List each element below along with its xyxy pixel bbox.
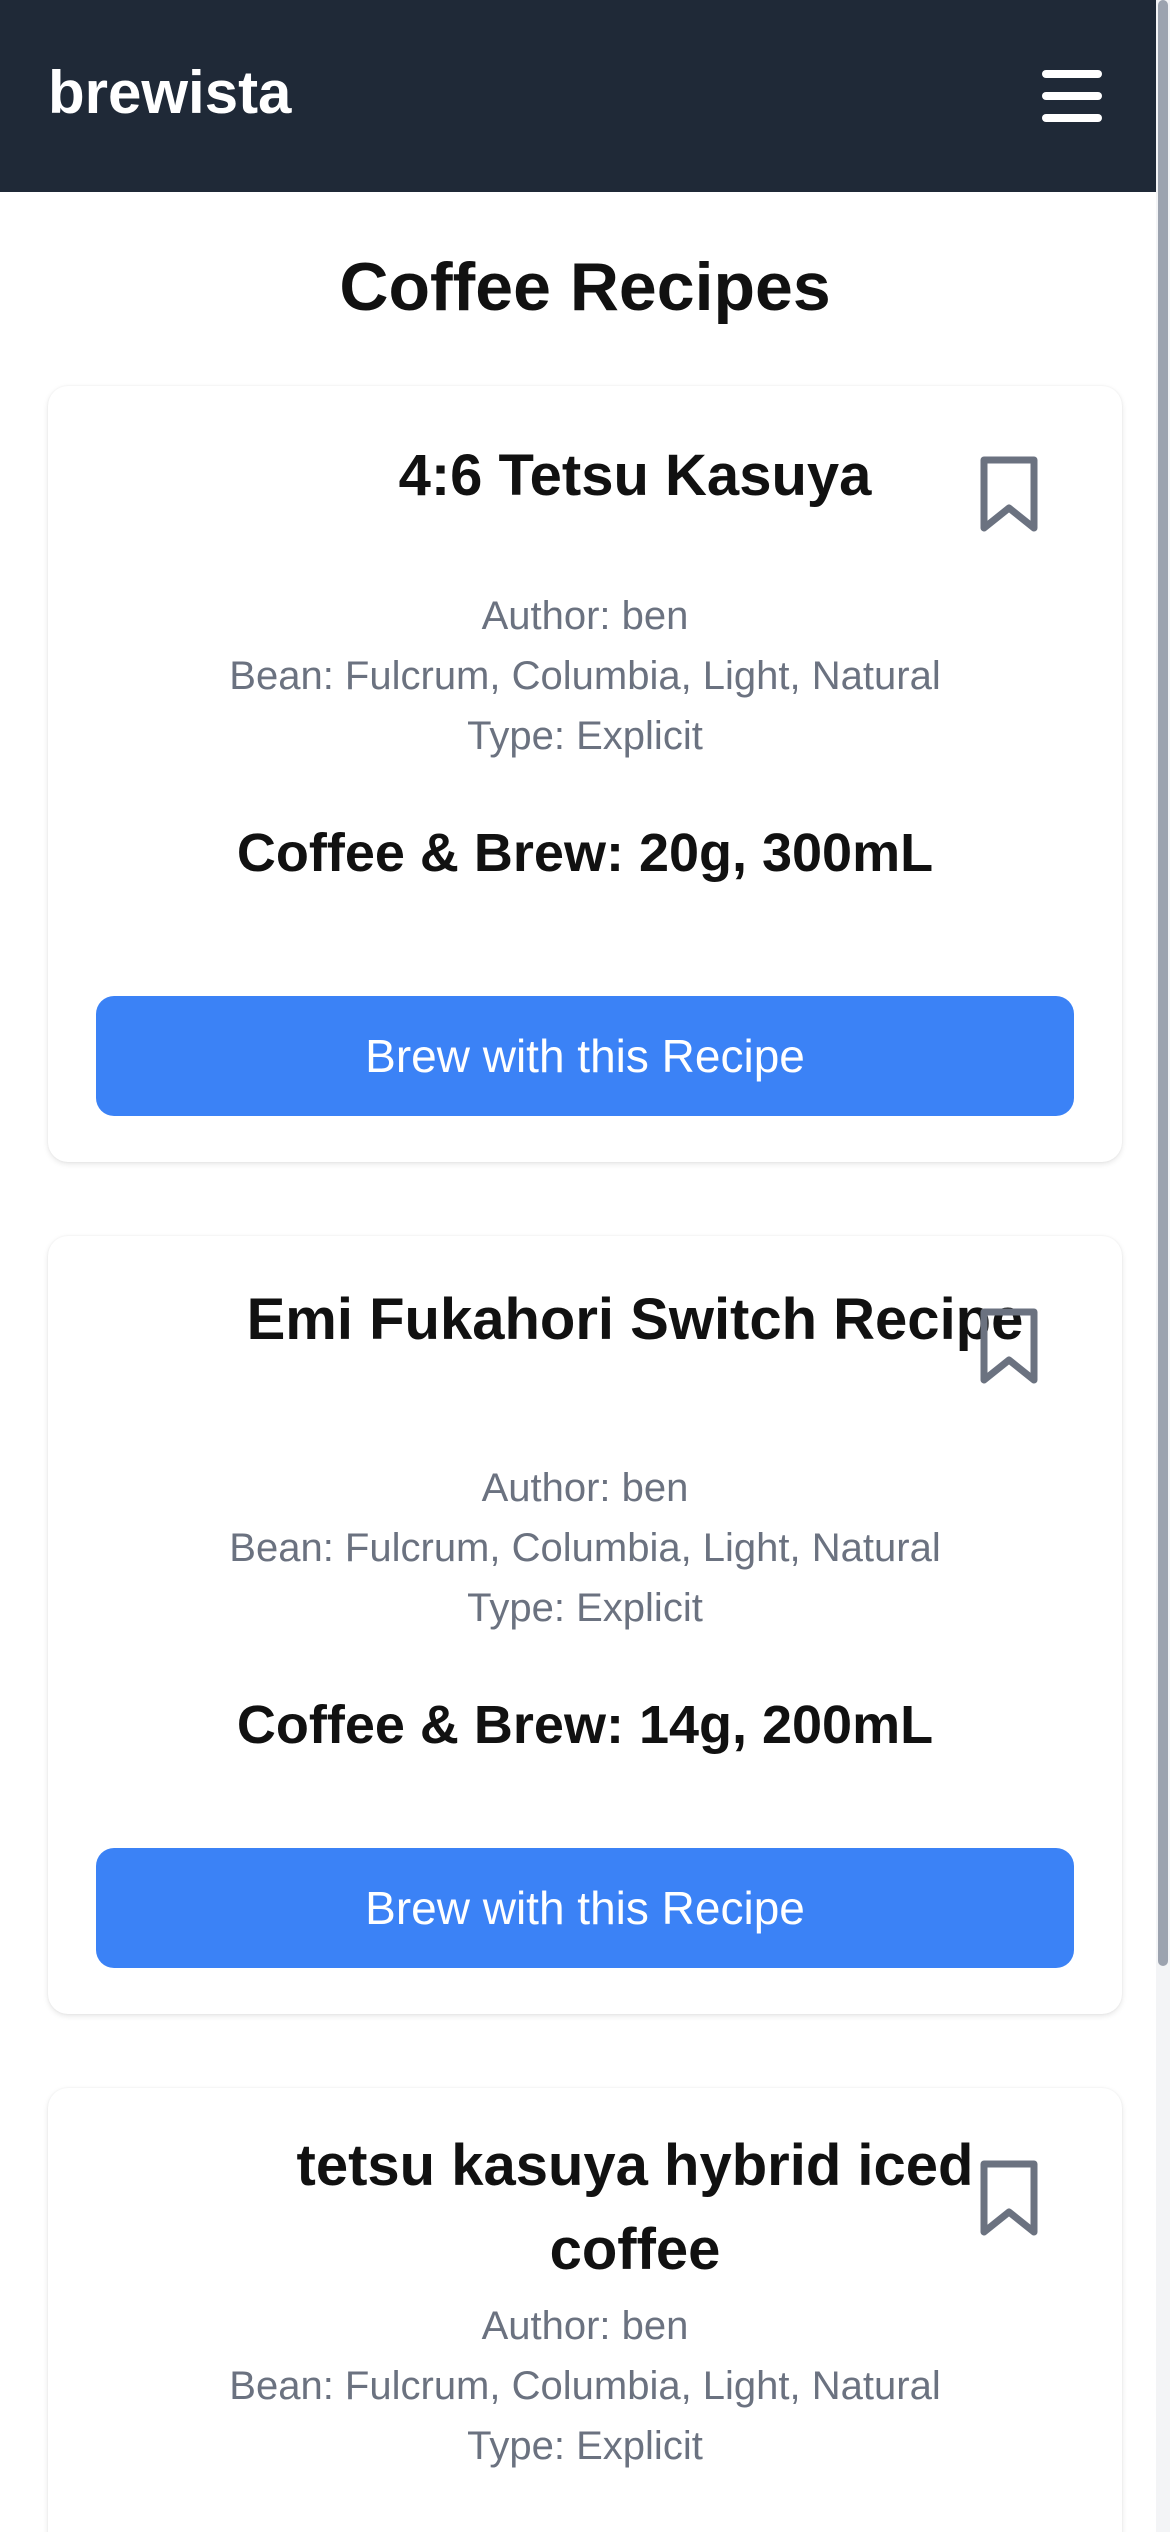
recipe-meta: Author: ben Bean: Fulcrum, Columbia, Lig…: [48, 2296, 1122, 2476]
recipe-type: Type: Explicit: [467, 714, 703, 758]
recipe-author: Author: ben: [481, 1466, 689, 1510]
recipe-bean: Bean: Fulcrum, Columbia, Light, Natural: [229, 654, 941, 698]
bookmark-icon-glyph: [980, 2160, 1038, 2236]
recipe-type: Type: Explicit: [467, 2424, 703, 2468]
bookmark-icon[interactable]: [978, 2158, 1040, 2238]
recipe-author: Author: ben: [481, 2304, 689, 2348]
menu-bar-top: [1042, 70, 1102, 78]
app-screen: brewista Coffee Recipes 4:6 Tetsu Kasuya…: [0, 0, 1170, 2532]
hamburger-menu-icon[interactable]: [1034, 64, 1110, 128]
bookmark-icon-glyph: [980, 1308, 1038, 1384]
recipe-brew-summary: Coffee & Brew: 20g, 300mL: [236, 823, 934, 883]
recipe-card: 4:6 Tetsu Kasuya Author: ben Bean: Fulcr…: [48, 386, 1122, 1162]
recipe-bean: Bean: Fulcrum, Columbia, Light, Natural: [229, 1526, 941, 1570]
recipe-title: Emi Fukahori Switch Recipe: [246, 1287, 1024, 1352]
recipe-author: Author: ben: [481, 594, 689, 638]
bookmark-icon[interactable]: [978, 1306, 1040, 1386]
navbar: brewista: [0, 0, 1170, 192]
recipe-meta: Author: ben Bean: Fulcrum, Columbia, Lig…: [48, 1458, 1122, 1638]
menu-bar-bottom: [1042, 114, 1102, 122]
brew-with-recipe-button[interactable]: Brew with this Recipe: [96, 996, 1074, 1116]
scrollbar[interactable]: [1156, 0, 1170, 2532]
recipe-title: tetsu kasuya hybrid iced coffee: [296, 2133, 974, 2282]
recipe-brew-summary: Coffee & Brew: 14g, 200mL: [236, 1695, 934, 1755]
brew-with-recipe-button[interactable]: Brew with this Recipe: [96, 1848, 1074, 1968]
bookmark-icon[interactable]: [978, 454, 1040, 534]
menu-bar-middle: [1042, 92, 1102, 100]
recipe-card: tetsu kasuya hybrid iced coffee Author: …: [48, 2088, 1122, 2532]
recipe-bean: Bean: Fulcrum, Columbia, Light, Natural: [229, 2364, 941, 2408]
bookmark-icon-glyph: [980, 456, 1038, 532]
recipe-meta: Author: ben Bean: Fulcrum, Columbia, Lig…: [48, 586, 1122, 766]
recipe-type: Type: Explicit: [467, 1586, 703, 1630]
recipe-card: Emi Fukahori Switch Recipe Author: ben B…: [48, 1236, 1122, 2014]
page-title: Coffee Recipes: [339, 249, 831, 325]
recipe-title: 4:6 Tetsu Kasuya: [398, 443, 872, 508]
brand-logo[interactable]: brewista: [48, 58, 291, 127]
